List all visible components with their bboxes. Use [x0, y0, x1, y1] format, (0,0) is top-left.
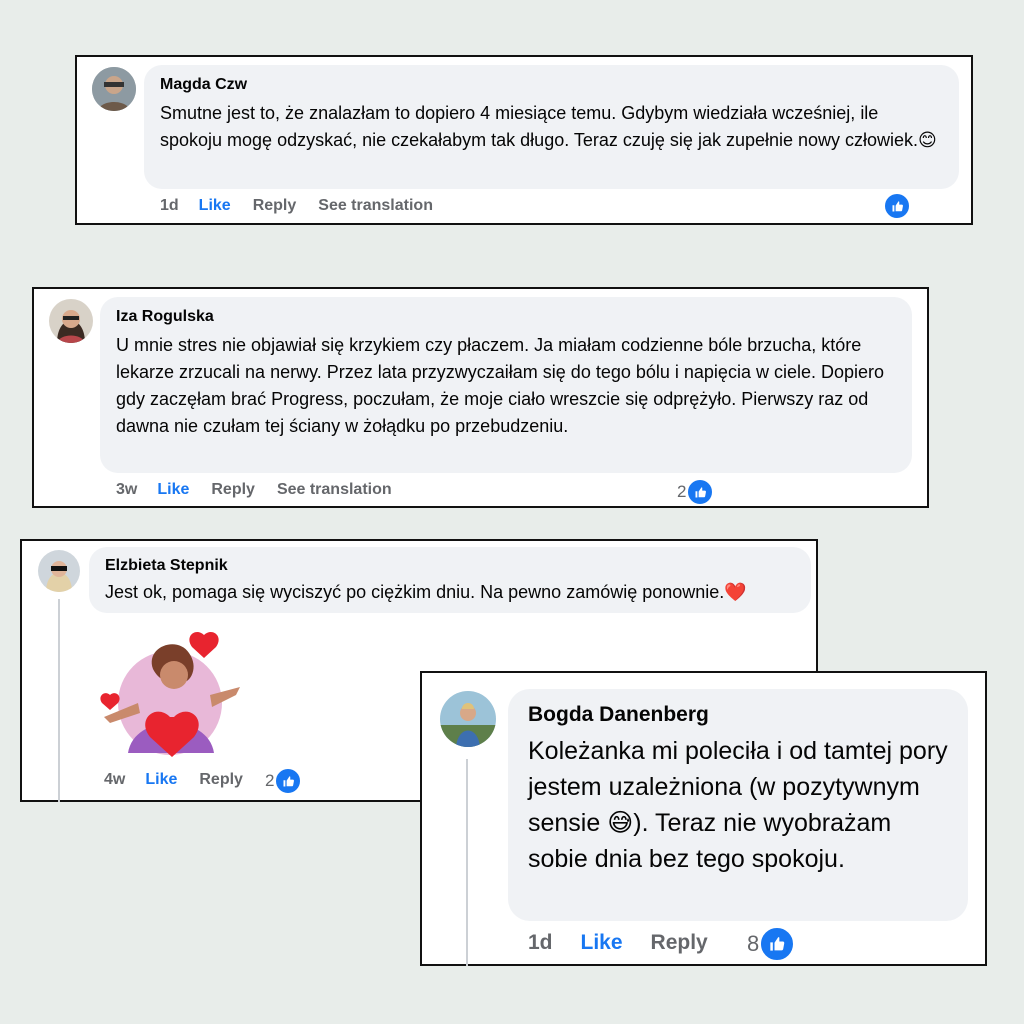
- comment-time[interactable]: 1d: [160, 197, 179, 215]
- comment-time[interactable]: 4w: [104, 771, 125, 789]
- comment-actions: 4w Like Reply: [104, 771, 243, 789]
- comment-actions: 1d Like Reply See translation: [160, 197, 433, 215]
- avatar[interactable]: [92, 67, 136, 111]
- comment-text: Smutne jest to, że znalazłam to dopiero …: [160, 103, 937, 150]
- comment-author[interactable]: Bogda Danenberg: [528, 703, 948, 727]
- reply-button[interactable]: Reply: [253, 197, 297, 215]
- comment-author[interactable]: Iza Rogulska: [116, 308, 896, 326]
- reaction-count[interactable]: [883, 192, 911, 220]
- like-button[interactable]: Like: [157, 481, 189, 499]
- reaction-count[interactable]: 2: [265, 767, 303, 795]
- reaction-count[interactable]: 2: [677, 478, 715, 506]
- comment-time[interactable]: 3w: [116, 481, 137, 499]
- reply-button[interactable]: Reply: [211, 481, 255, 499]
- comment-card-iza: Iza Rogulska U mnie stres nie objawiał s…: [32, 287, 929, 508]
- comment-bubble: Magda Czw Smutne jest to, że znalazłam t…: [144, 65, 959, 189]
- thumbs-up-icon: [759, 926, 796, 962]
- like-button[interactable]: Like: [581, 931, 623, 955]
- avatar[interactable]: [49, 299, 93, 343]
- like-button[interactable]: Like: [199, 197, 231, 215]
- thumbs-up-icon: [686, 478, 715, 506]
- comment-bubble: Elzbieta Stepnik Jest ok, pomaga się wyc…: [89, 547, 811, 613]
- comment-card-magda: Magda Czw Smutne jest to, że znalazłam t…: [75, 55, 973, 225]
- thumbs-up-icon: [883, 192, 911, 220]
- comment-text: Koleżanka mi poleciła i od tamtej pory j…: [528, 737, 948, 873]
- reaction-number: 2: [677, 482, 687, 501]
- thread-line: [58, 599, 60, 802]
- reply-button[interactable]: Reply: [651, 931, 708, 955]
- thread-line: [466, 759, 468, 966]
- like-button[interactable]: Like: [145, 771, 177, 789]
- comment-text: U mnie stres nie objawiał się krzykiem c…: [116, 335, 885, 436]
- see-translation-link[interactable]: See translation: [318, 197, 433, 215]
- avatar[interactable]: [440, 691, 496, 747]
- comment-text: Jest ok, pomaga się wyciszyć po ciężkim …: [105, 582, 747, 602]
- thumbs-up-icon: [274, 767, 303, 795]
- comment-bubble: Bogda Danenberg Koleżanka mi poleciła i …: [508, 689, 968, 921]
- comment-time[interactable]: 1d: [528, 931, 553, 955]
- see-translation-link[interactable]: See translation: [277, 481, 392, 499]
- comment-card-bogda: Bogda Danenberg Koleżanka mi poleciła i …: [420, 671, 987, 966]
- avatar-sticker-with-hearts[interactable]: [98, 625, 243, 765]
- comment-bubble: Iza Rogulska U mnie stres nie objawiał s…: [100, 297, 912, 473]
- reaction-number: 2: [265, 771, 275, 790]
- comment-author[interactable]: Elzbieta Stepnik: [105, 557, 795, 575]
- avatar[interactable]: [38, 550, 80, 592]
- comment-actions: 3w Like Reply See translation: [116, 481, 392, 499]
- reaction-number: 8: [747, 931, 760, 956]
- comment-author[interactable]: Magda Czw: [160, 76, 943, 94]
- reply-button[interactable]: Reply: [199, 771, 243, 789]
- comment-actions: 1d Like Reply: [528, 931, 708, 955]
- reaction-count[interactable]: 8: [747, 926, 796, 962]
